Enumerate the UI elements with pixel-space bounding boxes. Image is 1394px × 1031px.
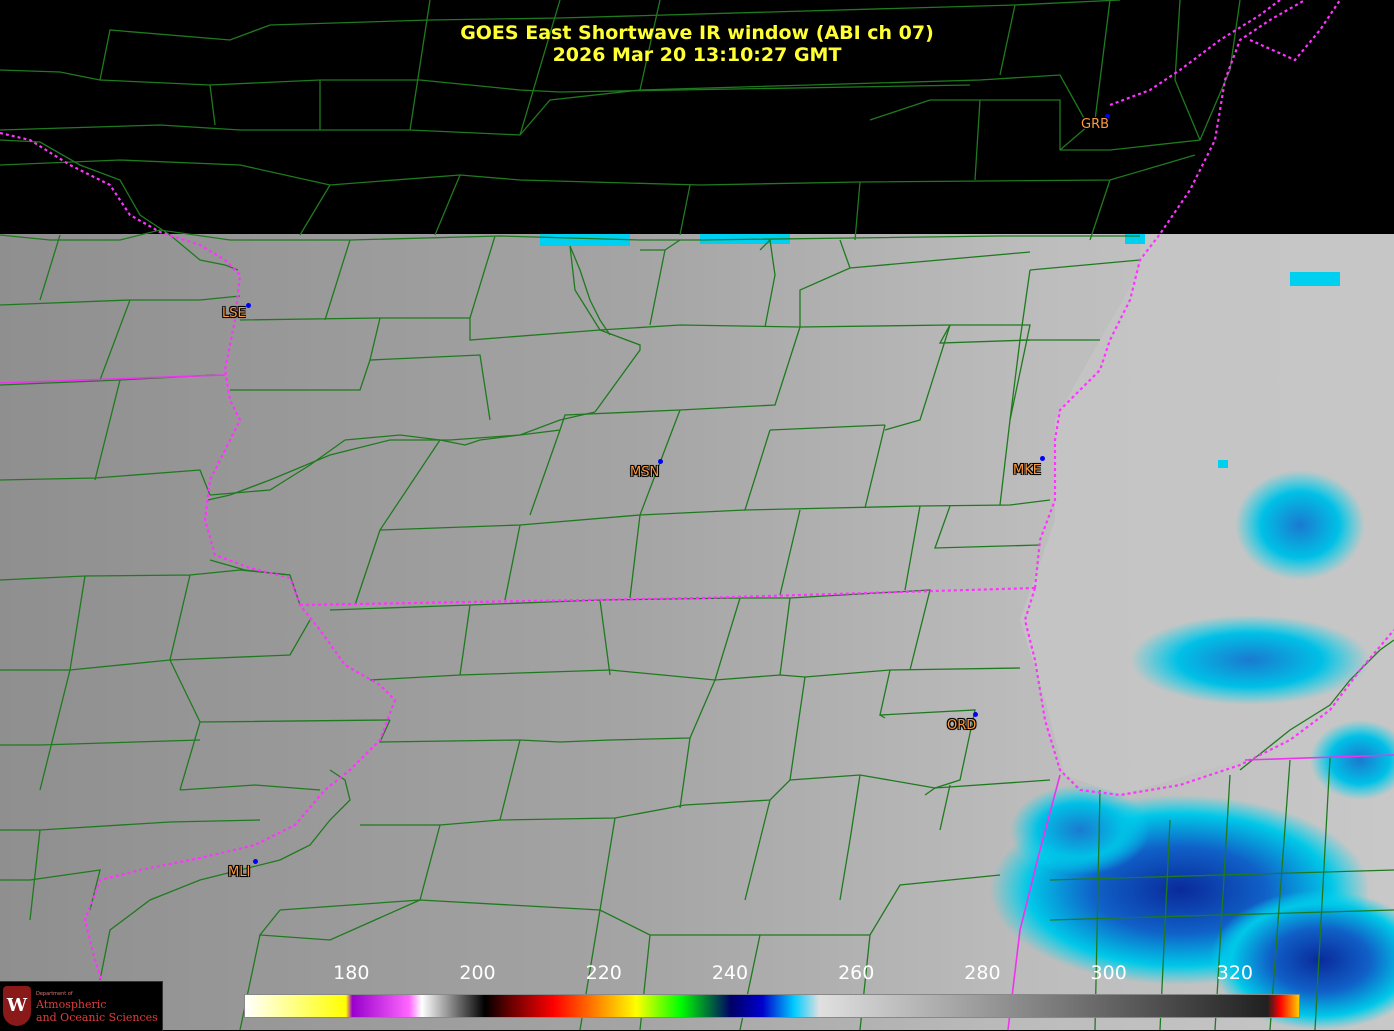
station-dot-lse: [246, 303, 251, 308]
station-dot-msn: [658, 459, 663, 464]
colorbar-tick-180: 180: [333, 962, 370, 984]
temperature-colorbar: [244, 994, 1300, 1018]
station-label-mke: MKE: [1013, 463, 1041, 478]
station-label-grb: GRB: [1081, 117, 1110, 132]
colorbar-tick-260: 260: [838, 962, 875, 984]
satellite-map: [0, 0, 1394, 1030]
colorbar-tick-280: 280: [964, 962, 1001, 984]
station-label-mli: MLI: [228, 865, 251, 880]
logo-line-2: and Oceanic Sciences: [36, 1011, 158, 1024]
station-dot-mke: [1040, 456, 1045, 461]
title-line-2: 2026 Mar 20 13:10:27 GMT: [552, 44, 842, 66]
colorbar-tick-200: 200: [459, 962, 496, 984]
station-dot-ord: [973, 712, 978, 717]
colorbar-tick-320: 320: [1216, 962, 1254, 984]
station-label-msn: MSN: [630, 465, 660, 480]
station-label-lse: LSE: [222, 306, 246, 321]
colorbar-tick-220: 220: [585, 962, 622, 984]
uw-seal-icon: W: [3, 986, 31, 1026]
station-dot-mli: [253, 859, 258, 864]
colorbar-tick-240: 240: [711, 962, 749, 984]
station-label-ord: ORD: [947, 718, 977, 733]
aos-logo: W Department of Atmospheric and Oceanic …: [0, 981, 163, 1031]
logo-line-1: Atmospheric: [36, 998, 107, 1011]
colorbar-tick-300: 300: [1090, 962, 1127, 984]
logo-dept-text: Department of: [36, 991, 73, 997]
title-line-1: GOES East Shortwave IR window (ABI ch 07…: [460, 22, 934, 44]
